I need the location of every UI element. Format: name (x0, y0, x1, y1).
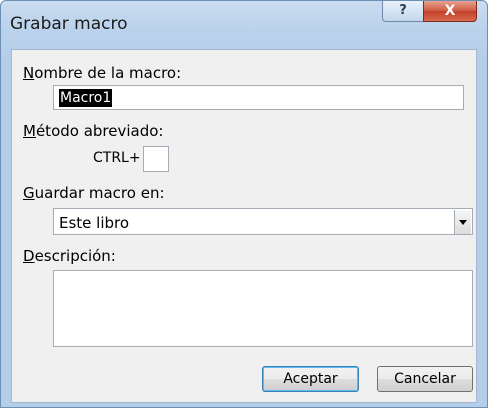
store-macro-selected-value: Este libro (59, 214, 130, 232)
close-icon: X (444, 3, 456, 19)
shortcut-key-input[interactable] (143, 146, 169, 172)
description-textarea[interactable] (53, 270, 473, 347)
help-icon: ? (399, 3, 407, 18)
ctrl-prefix-label: CTRL+ (93, 150, 141, 166)
dialog-title: Grabar macro (10, 14, 128, 34)
macro-name-label: Nombre de la macro: (23, 64, 182, 82)
accept-button[interactable]: Aceptar (262, 366, 359, 392)
cancel-button[interactable]: Cancelar (377, 366, 473, 392)
macro-name-value: Macro1 (59, 89, 113, 107)
store-macro-label: Guardar macro en: (23, 184, 165, 202)
description-label: Descripción: (23, 247, 116, 265)
store-macro-select[interactable]: Este libro (53, 208, 473, 235)
macro-name-input[interactable]: Macro1 (53, 85, 464, 110)
chevron-down-icon[interactable] (454, 210, 471, 234)
dialog-body: Nombre de la macro: Macro1 Método abrevi… (11, 49, 477, 403)
shortcut-label: Método abreviado: (23, 122, 164, 140)
record-macro-dialog: Grabar macro ? X Nombre de la macro: Mac… (0, 0, 488, 408)
help-button[interactable]: ? (382, 1, 424, 22)
close-button[interactable]: X (423, 1, 477, 22)
title-bar[interactable]: Grabar macro ? X (1, 1, 487, 47)
